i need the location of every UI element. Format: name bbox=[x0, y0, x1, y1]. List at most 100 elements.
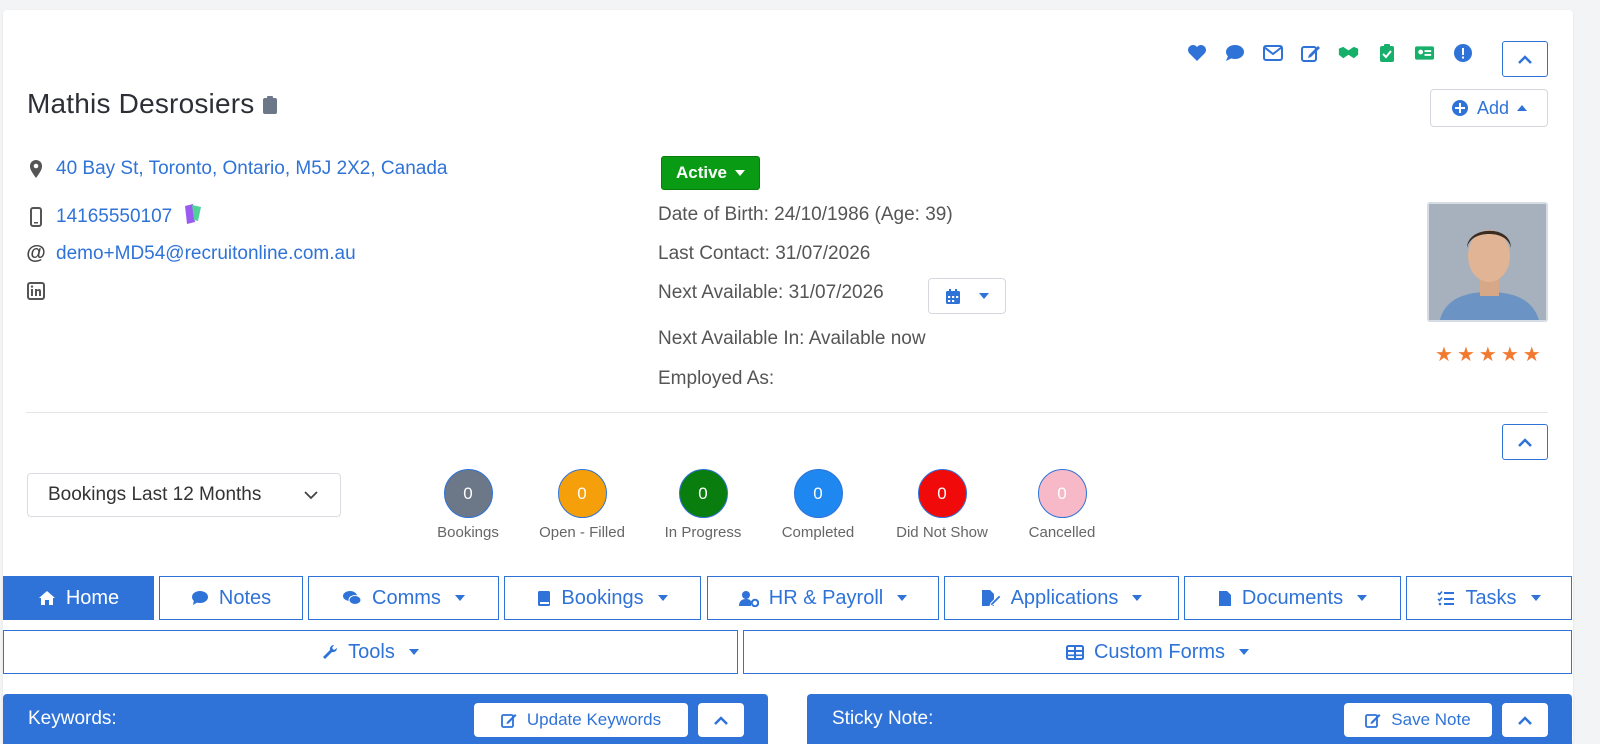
tab-bookings[interactable]: Bookings bbox=[504, 576, 701, 620]
caret-up-icon bbox=[1517, 105, 1528, 111]
edit-icon bbox=[501, 714, 517, 728]
bookings-period-value: Bookings Last 12 Months bbox=[48, 484, 262, 505]
star-icon[interactable]: ★ bbox=[1523, 342, 1541, 367]
heart-icon[interactable] bbox=[1186, 42, 1207, 63]
chevron-up-icon bbox=[1518, 437, 1532, 447]
home-icon bbox=[38, 591, 55, 605]
email-row: @ demo+MD54@recruitonline.com.au bbox=[26, 242, 356, 265]
status-dropdown[interactable]: Active bbox=[661, 156, 760, 190]
address-link[interactable]: 40 Bay St, Toronto, Ontario, M5J 2X2, Ca… bbox=[56, 158, 448, 180]
tab-label: Tools bbox=[348, 640, 395, 663]
collapse-sticky-note-button[interactable] bbox=[1502, 703, 1548, 737]
star-icon[interactable]: ★ bbox=[1479, 342, 1497, 367]
stat-label: Bookings bbox=[437, 524, 499, 541]
stat-label: Completed bbox=[781, 524, 855, 541]
handshake-icon[interactable] bbox=[1338, 42, 1359, 63]
tab-label: Documents bbox=[1241, 586, 1344, 609]
status-label: Active bbox=[675, 163, 728, 182]
stat-circle: 0 bbox=[917, 469, 967, 518]
caret-down-icon bbox=[979, 293, 989, 299]
caret-down-icon bbox=[1239, 649, 1250, 655]
sticky-note-panel-header: Sticky Note: Save Note bbox=[807, 694, 1572, 744]
star-icon[interactable]: ★ bbox=[1501, 342, 1519, 367]
file-pen-icon bbox=[981, 590, 1001, 607]
stat-circle: 0 bbox=[678, 469, 728, 518]
availability-calendar-button[interactable] bbox=[928, 278, 1006, 314]
clipboard-check-icon[interactable] bbox=[1376, 42, 1397, 63]
chevron-up-icon bbox=[714, 715, 728, 725]
candidate-avatar bbox=[1427, 202, 1548, 322]
next-available-in: Next Available In: Available now bbox=[658, 328, 926, 349]
phone-link[interactable]: 14165550107 bbox=[56, 206, 172, 228]
tab-label: Home bbox=[65, 586, 120, 609]
last-contact: Last Contact: 31/07/2026 bbox=[658, 243, 871, 264]
tab-tasks[interactable]: Tasks bbox=[1406, 576, 1572, 620]
tab-label: Tasks bbox=[1465, 586, 1517, 609]
bookings-period-select[interactable]: Bookings Last 12 Months bbox=[27, 473, 341, 517]
chat-icon[interactable] bbox=[1224, 42, 1245, 63]
stat-in-progress[interactable]: 0 In Progress bbox=[638, 469, 768, 541]
tab-tools[interactable]: Tools bbox=[3, 630, 738, 674]
stat-did-not-show[interactable]: 0 Did Not Show bbox=[877, 469, 1007, 541]
comments-icon bbox=[343, 591, 362, 605]
tab-custom-forms[interactable]: Custom Forms bbox=[743, 630, 1572, 674]
tab-home[interactable]: Home bbox=[3, 576, 154, 620]
user-gear-icon bbox=[738, 590, 759, 607]
tab-label: Bookings bbox=[561, 586, 644, 609]
edit-icon[interactable] bbox=[1300, 42, 1321, 63]
at-sign-icon: @ bbox=[26, 242, 46, 264]
add-button[interactable]: Add bbox=[1430, 89, 1548, 127]
file-icon bbox=[1218, 590, 1231, 606]
add-button-label: Add bbox=[1476, 97, 1510, 118]
table-icon bbox=[1065, 644, 1084, 660]
stat-circle: 0 bbox=[557, 469, 607, 518]
action-icon-row bbox=[1186, 42, 1473, 63]
alert-icon[interactable] bbox=[1452, 42, 1473, 63]
keywords-panel-header: Keywords: Update Keywords bbox=[3, 694, 768, 744]
edit-icon bbox=[1365, 714, 1381, 728]
collapse-header-button[interactable] bbox=[1502, 41, 1548, 77]
email-link[interactable]: demo+MD54@recruitonline.com.au bbox=[56, 243, 356, 265]
tab-label: Custom Forms bbox=[1093, 640, 1226, 663]
next-available: Next Available: 31/07/2026 bbox=[658, 282, 884, 303]
collapse-bookings-button[interactable] bbox=[1502, 424, 1548, 460]
book-icon bbox=[538, 590, 551, 606]
tab-comms[interactable]: Comms bbox=[308, 576, 499, 620]
star-icon[interactable]: ★ bbox=[1457, 342, 1475, 367]
employed-as: Employed As: bbox=[658, 368, 775, 389]
tab-label: Comms bbox=[372, 586, 441, 609]
tab-hr-payroll[interactable]: HR & Payroll bbox=[707, 576, 939, 620]
caret-down-icon bbox=[1132, 595, 1143, 601]
clipboard-icon[interactable] bbox=[262, 90, 278, 122]
stat-completed[interactable]: 0 Completed bbox=[753, 469, 883, 541]
calendar-icon bbox=[946, 288, 960, 304]
comment-icon bbox=[191, 591, 208, 605]
stat-open-filled[interactable]: 0 Open - Filled bbox=[517, 469, 647, 541]
linkedin-icon[interactable] bbox=[26, 282, 46, 300]
tab-applications[interactable]: Applications bbox=[944, 576, 1179, 620]
caret-down-icon bbox=[454, 595, 465, 601]
collapse-keywords-button[interactable] bbox=[698, 703, 744, 737]
chevron-up-icon bbox=[1518, 54, 1532, 64]
tab-notes[interactable]: Notes bbox=[159, 576, 303, 620]
caret-down-icon bbox=[657, 595, 668, 601]
sms-app-icon[interactable] bbox=[182, 203, 204, 231]
id-card-icon[interactable] bbox=[1414, 42, 1435, 63]
save-note-button[interactable]: Save Note bbox=[1344, 703, 1492, 737]
tab-documents[interactable]: Documents bbox=[1184, 576, 1401, 620]
tab-label: Notes bbox=[218, 586, 272, 609]
update-keywords-button[interactable]: Update Keywords bbox=[474, 703, 688, 737]
caret-down-icon bbox=[897, 595, 908, 601]
linkedin-row bbox=[26, 282, 46, 300]
stat-bookings[interactable]: 0 Bookings bbox=[403, 469, 533, 541]
phone-row: 14165550107 bbox=[26, 203, 204, 231]
candidate-name-row: Mathis Desrosiers bbox=[27, 88, 278, 122]
stat-cancelled[interactable]: 0 Cancelled bbox=[997, 469, 1127, 541]
update-keywords-label: Update Keywords bbox=[526, 710, 662, 729]
stat-label: In Progress bbox=[664, 524, 742, 541]
plus-circle-icon bbox=[1451, 100, 1468, 116]
envelope-icon[interactable] bbox=[1262, 42, 1283, 63]
star-icon[interactable]: ★ bbox=[1435, 342, 1453, 367]
candidate-name: Mathis Desrosiers bbox=[27, 88, 255, 119]
stat-circle: 0 bbox=[1037, 469, 1087, 518]
